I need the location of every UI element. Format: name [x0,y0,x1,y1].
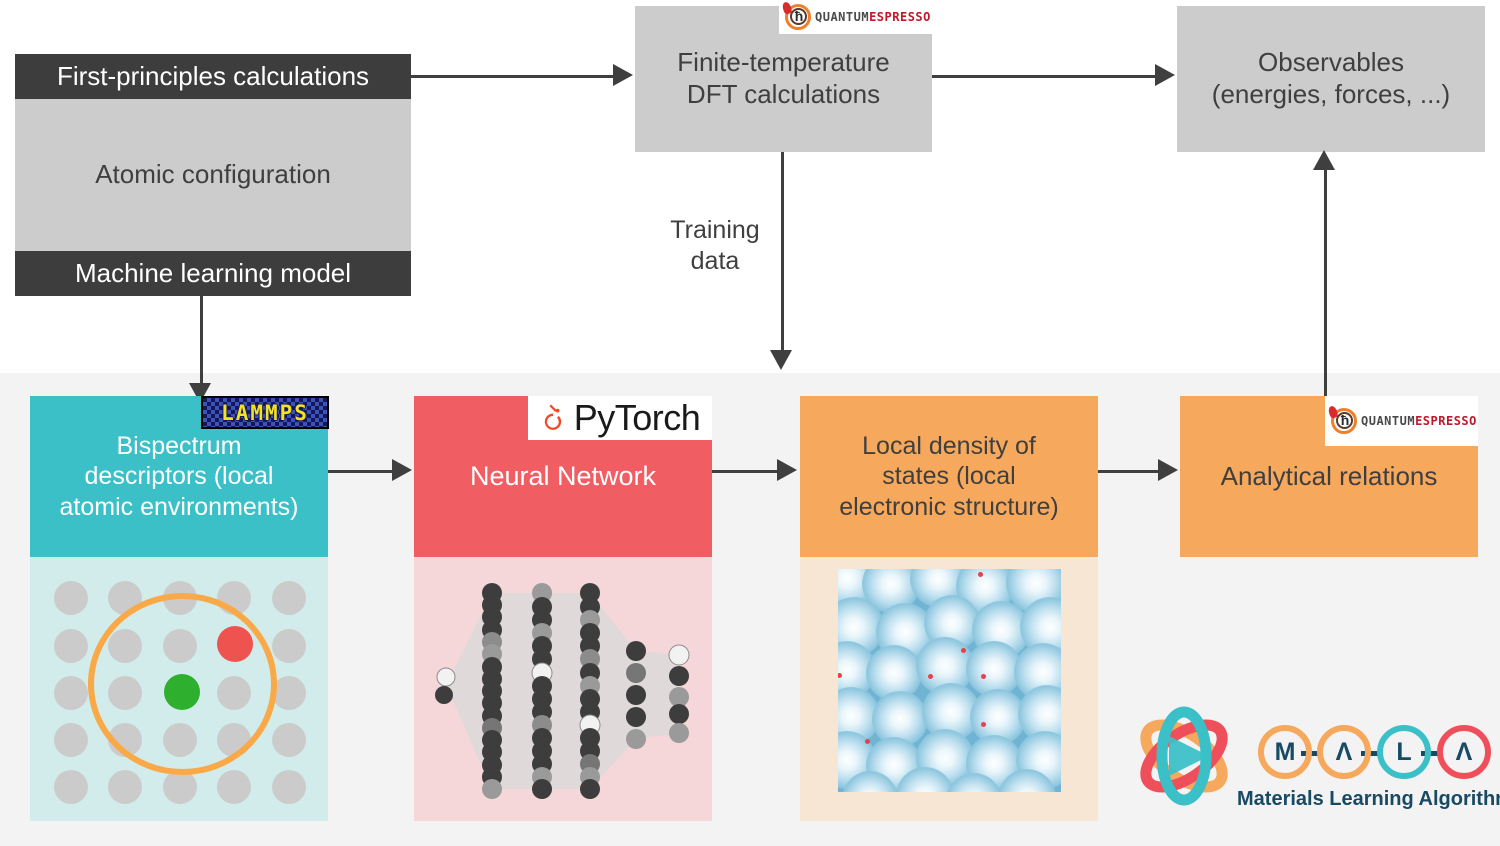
machine-learning-model-footer: Machine learning model [15,251,411,296]
arrow-analytical-to-observables-head [1313,150,1335,170]
arrow-nn-to-ldos-head [777,459,797,481]
arrow-ldos-to-analytical-line [1098,470,1160,473]
quantum-espresso-logo-analytical: ħ QUANTUMESPRESSO [1325,396,1478,446]
ldos-marker [961,648,966,653]
arrow-analytical-to-observables-line [1324,168,1327,396]
training-data-label: Training data [640,215,790,278]
qe-text-quantum: QUANTUM [815,10,870,24]
mala-tagline: Materials Learning Algorithms [1237,788,1500,810]
ldos-contour-map [838,569,1061,792]
quantum-espresso-logo: ħ QUANTUMESPRESSO [779,0,932,34]
atomic-lattice-atoms [30,557,328,821]
bispectrum-line1: Bispectrum [116,431,242,460]
ldos-marker [981,674,986,679]
pytorch-flame-icon [544,404,561,430]
dft-label-line1: Finite-temperature [677,47,890,78]
training-data-line1: Training [670,216,760,244]
bispectrum-line3: atomic environments) [59,492,299,521]
arrow-dft-to-observables-line [932,75,1156,78]
observables-box: Observables (energies, forces, ...) [1177,6,1485,152]
bispectrum-line2: descriptors (local [84,462,274,491]
mala-atom-icon [1140,706,1228,806]
ldos-marker [865,739,870,744]
ldos-marker [981,722,986,727]
arrow-ldos-to-analytical-head [1158,459,1178,481]
mala-logo: M Λ L Λ Materials Learning Algorithms [1125,700,1500,812]
arrow-nn-to-ldos-line [712,470,778,473]
first-principles-header: First-principles calculations [15,54,411,99]
ldos-line3: electronic structure) [839,492,1059,521]
training-data-line2: data [690,247,740,276]
arrow-bispectrum-to-nn-line [328,470,394,473]
arrow-firstprinciples-to-dft-head [613,64,633,86]
qe-text-espresso: ESPRESSO [869,10,931,24]
mala-letter-l: L [1377,725,1431,779]
arrow-mlmodel-to-bispectrum-line [200,296,203,386]
qe-text-espresso: ESPRESSO [1415,414,1477,428]
diagram-canvas: First-principles calculations Atomic con… [0,0,1500,846]
pytorch-logo: PyTorch [528,396,712,440]
ldos-line2: states (local [882,462,1016,491]
planck-constant-glyph: ħ [1340,412,1350,428]
atomic-lattice-illustration [30,557,328,821]
quantum-espresso-mark-analytical: ħ [1327,405,1359,436]
lammps-logo-text: LAMMPS [221,400,309,425]
quantum-espresso-mark: ħ [781,1,813,32]
arrow-dft-to-observables-head [1155,64,1175,86]
arrow-training-data-head [770,350,792,370]
arrow-bispectrum-to-nn-head [392,459,412,481]
lammps-logo: LAMMPS [201,396,329,429]
arrow-firstprinciples-to-dft-line [411,75,615,78]
ldos-marker [978,572,983,577]
mala-letter-a2: Λ [1437,725,1491,779]
neural-network-illustration [414,557,712,821]
pytorch-logo-text: PyTorch [573,397,701,438]
observables-line2: (energies, forces, ...) [1211,79,1451,109]
atomic-configuration-body: Atomic configuration [15,99,411,251]
qe-text-quantum: QUANTUM [1361,414,1416,428]
neural-network-graph [435,583,690,799]
ldos-box: Local density of states (local electroni… [800,396,1098,557]
observables-line1: Observables [1258,47,1404,78]
ldos-illustration [800,557,1098,821]
mala-letter-a1: Λ [1317,725,1371,779]
ldos-line1: Local density of [862,431,1036,460]
mala-letter-m: M [1258,725,1312,779]
ldos-marker [928,674,933,679]
cutoff-radius-circle [88,593,277,775]
planck-constant-glyph: ħ [794,8,804,24]
dft-label-line2: DFT calculations [686,79,881,109]
